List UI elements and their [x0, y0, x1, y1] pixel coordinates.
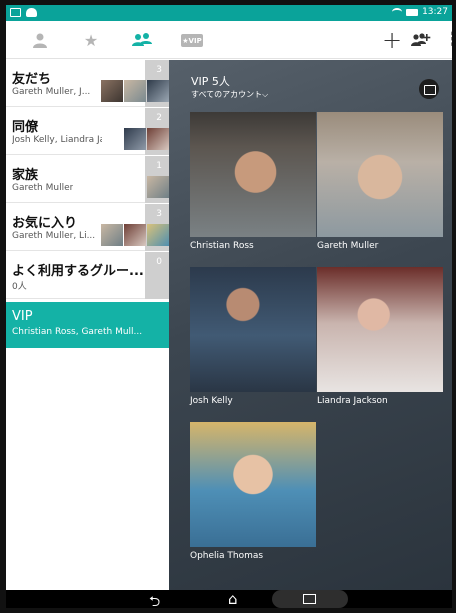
status-bar: 13:27 — [6, 5, 452, 21]
avatar — [147, 224, 169, 246]
edit-group-button[interactable] — [419, 79, 439, 99]
group-item-coworkers[interactable]: 同僚 Josh Kelly, Liandra Ja... 2 — [6, 108, 169, 155]
contact-card-josh-kelly[interactable]: Josh Kelly — [190, 267, 316, 406]
contact-name: Josh Kelly — [190, 396, 233, 406]
person-icon — [33, 33, 47, 48]
message-icon — [10, 8, 21, 17]
contact-photo — [317, 267, 443, 392]
vip-icon: ★VIP — [182, 36, 202, 45]
avatar — [124, 224, 146, 246]
tab-groups[interactable] — [131, 30, 153, 50]
group-name: VIP — [12, 309, 33, 324]
contact-card-christian-ross[interactable]: Christian Ross — [190, 112, 316, 251]
avatar — [147, 80, 169, 102]
group-list: 友だち Gareth Muller, J... 3 同僚 Josh Kelly,… — [6, 60, 169, 590]
recent-apps-icon — [303, 594, 316, 604]
add-group-icon — [411, 33, 431, 46]
group-item-favorites[interactable]: お気に入り Gareth Muller, Li... 3 — [6, 204, 169, 251]
contact-card-liandra-jackson[interactable]: Liandra Jackson — [317, 267, 443, 406]
recent-apps-button[interactable] — [272, 590, 348, 608]
group-name: お気に入り — [12, 216, 78, 231]
member-thumbnails — [124, 128, 169, 150]
contact-photo — [190, 422, 316, 547]
group-item-family[interactable]: 家族 Gareth Muller 1 — [6, 156, 169, 203]
avatar — [124, 128, 146, 150]
member-thumbnails — [101, 80, 169, 102]
contact-name: Ophelia Thomas — [190, 551, 264, 561]
group-item-frequent[interactable]: よく利用するグルー... 0人 0 — [6, 252, 169, 299]
group-count-badge: 0 — [145, 252, 169, 299]
contact-photo — [190, 267, 316, 392]
contact-card-ophelia-thomas[interactable]: Ophelia Thomas — [190, 422, 316, 561]
contact-card-gareth-muller[interactable]: Gareth Muller — [317, 112, 443, 251]
battery-icon — [406, 8, 419, 16]
avatar — [124, 80, 146, 102]
group-name: 友だち — [12, 72, 52, 87]
group-title: VIP 5人 — [191, 75, 230, 88]
group-members: Christian Ross, Gareth Mull... — [12, 327, 143, 337]
back-button[interactable]: ⮌ — [149, 591, 160, 608]
screen: 13:27 ★ ★VIP + 友だち Gareth Muller, J... 3… — [6, 5, 452, 608]
group-name: 家族 — [12, 168, 39, 183]
clock: 13:27 — [422, 7, 448, 17]
contact-name: Gareth Muller — [317, 241, 379, 251]
group-members: 0人 — [12, 282, 27, 292]
group-icon — [132, 33, 152, 46]
navigation-bar: ⮌ ⌂ — [6, 590, 452, 608]
add-group-button[interactable] — [411, 29, 431, 53]
avatar — [147, 128, 169, 150]
wifi-icon — [392, 8, 403, 16]
avatar — [101, 80, 123, 102]
tab-contacts[interactable] — [29, 30, 51, 50]
group-members: Gareth Muller — [12, 183, 74, 193]
contact-photo — [317, 112, 443, 237]
group-members: Josh Kelly, Liandra Ja... — [12, 135, 102, 145]
member-thumbnails — [101, 224, 169, 246]
avatar — [101, 224, 123, 246]
group-detail-panel: VIP 5人 すべてのアカウント⌵ Christian Ross Gareth … — [169, 60, 452, 590]
add-button[interactable]: + — [382, 26, 402, 54]
contact-name: Christian Ross — [190, 241, 254, 251]
group-members: Gareth Muller, Li... — [12, 231, 96, 241]
group-name: よく利用するグルー... — [12, 264, 144, 279]
contact-name: Liandra Jackson — [317, 396, 388, 406]
app-bar: ★ ★VIP + ⋮ — [6, 21, 452, 59]
tab-favorites[interactable]: ★ — [80, 30, 102, 50]
account-selector[interactable]: すべてのアカウント⌵ — [191, 89, 268, 100]
device-frame: 13:27 ★ ★VIP + 友だち Gareth Muller, J... 3… — [0, 0, 456, 613]
cloud-upload-icon — [26, 8, 37, 17]
group-item-vip[interactable]: VIP Christian Ross, Gareth Mull... — [6, 302, 169, 348]
member-thumbnails — [147, 176, 169, 198]
avatar — [147, 176, 169, 198]
home-button[interactable]: ⌂ — [228, 590, 238, 608]
group-members: Gareth Muller, J... — [12, 87, 91, 97]
group-name: 同僚 — [12, 120, 39, 135]
star-icon: ★ — [83, 30, 99, 50]
contact-photo — [190, 112, 316, 237]
group-item-friends[interactable]: 友だち Gareth Muller, J... 3 — [6, 60, 169, 107]
tab-vip[interactable]: ★VIP — [181, 34, 203, 47]
more-options-button[interactable]: ⋮ — [444, 29, 452, 50]
